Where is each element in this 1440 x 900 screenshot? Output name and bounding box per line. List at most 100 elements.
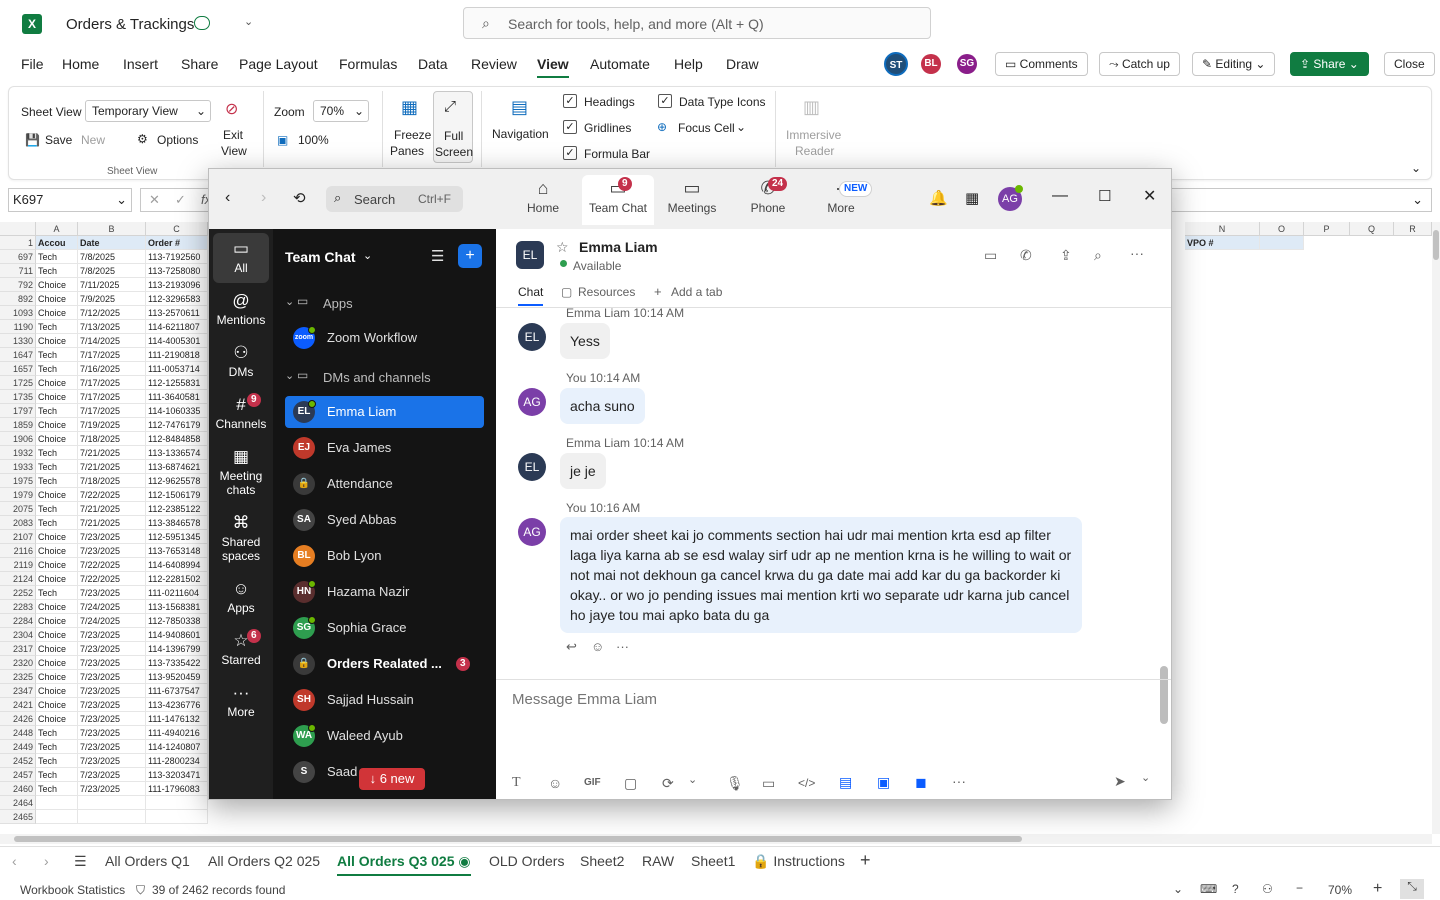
comments-button[interactable]: ▭ Comments — [995, 52, 1088, 76]
back-icon[interactable]: ‹ — [225, 189, 230, 207]
table-cell[interactable]: 7/22/2025 — [78, 558, 146, 572]
row-header[interactable]: 1933 — [0, 460, 36, 474]
table-cell[interactable]: 7/23/2025 — [78, 782, 146, 796]
table-cell[interactable]: 114-6408994 — [146, 558, 208, 572]
star-icon[interactable]: ☆ — [556, 239, 569, 256]
phone-icon[interactable]: ✆ — [1020, 247, 1032, 264]
table-cell[interactable]: Choice — [36, 488, 78, 502]
row-header[interactable]: 2252 — [0, 586, 36, 600]
chevron-down-icon[interactable]: ⌄ — [363, 249, 372, 262]
table-cell[interactable]: 111-4940216 — [146, 726, 208, 740]
contact-avatar[interactable]: EL — [516, 241, 544, 269]
data-type-icons-checkbox[interactable]: ✓ — [658, 94, 672, 108]
column-header[interactable]: O — [1260, 222, 1304, 236]
row-header[interactable]: 2075 — [0, 502, 36, 516]
table-cell[interactable]: Choice — [36, 572, 78, 586]
chevron-down-icon[interactable]: ⌄ — [1412, 192, 1423, 208]
table-cell[interactable]: 7/8/2025 — [78, 250, 146, 264]
rail-shared-spaces[interactable]: ⌘ Shared spaces — [213, 511, 269, 563]
chevron-down-icon[interactable]: ⌄ — [244, 15, 253, 28]
table-cell[interactable]: 7/23/2025 — [78, 726, 146, 740]
list-item-contact[interactable]: BL Bob Lyon — [285, 540, 484, 572]
row-header[interactable]: 2317 — [0, 642, 36, 656]
add-sheet-button[interactable]: + — [860, 850, 871, 871]
table-cell[interactable]: 113-1336574 — [146, 446, 208, 460]
tab-resources[interactable]: Resources — [578, 285, 635, 299]
table-cell[interactable]: Tech — [36, 404, 78, 418]
list-item-contact[interactable]: SA Syed Abbas — [285, 504, 484, 536]
emoji-icon[interactable]: ☺ — [548, 775, 562, 791]
column-header[interactable]: B — [78, 222, 146, 236]
row-header[interactable]: 1647 — [0, 348, 36, 362]
table-cell[interactable]: 111-0053714 — [146, 362, 208, 376]
row-header[interactable]: 792 — [0, 278, 36, 292]
table-cell[interactable]: 7/17/2025 — [78, 404, 146, 418]
accessibility-icon[interactable]: ⚇ — [1262, 882, 1273, 896]
column-header[interactable]: N — [1185, 222, 1260, 236]
table-cell[interactable]: Choice — [36, 698, 78, 712]
table-cell[interactable]: Tech — [36, 516, 78, 530]
table-cell[interactable]: 7/17/2025 — [78, 390, 146, 404]
table-cell[interactable]: 112-7476179 — [146, 418, 208, 432]
table-cell[interactable] — [146, 810, 208, 824]
message-bubble[interactable]: Yess — [560, 323, 610, 359]
zoom-dropdown[interactable]: 70% ⌄ — [313, 100, 369, 122]
table-cell[interactable]: 113-3203471 — [146, 768, 208, 782]
table-cell[interactable]: 112-2385122 — [146, 502, 208, 516]
zoom-out-button[interactable]: − — [1296, 881, 1303, 895]
table-cell[interactable]: Choice — [36, 278, 78, 292]
sheet-tab[interactable]: 🔒 Instructions — [752, 853, 845, 870]
message-avatar[interactable]: EL — [518, 453, 546, 481]
list-item-contact[interactable]: SH Sajjad Hussain — [285, 684, 484, 716]
table-cell[interactable] — [36, 796, 78, 810]
table-cell[interactable]: 7/22/2025 — [78, 488, 146, 502]
sheet-view-dropdown[interactable]: Temporary View ⌄ — [85, 100, 211, 122]
rail-mentions[interactable]: @ Mentions — [213, 289, 269, 327]
table-cell[interactable]: 7/21/2025 — [78, 516, 146, 530]
table-cell[interactable]: Choice — [36, 376, 78, 390]
table-cell[interactable]: 7/18/2025 — [78, 474, 146, 488]
tab-chat[interactable]: Chat — [518, 285, 544, 306]
sheet-tab[interactable]: Sheet2 — [580, 853, 624, 869]
workbook-statistics[interactable]: Workbook Statistics — [20, 883, 125, 897]
table-cell[interactable]: 111-6737547 — [146, 684, 208, 698]
row-header[interactable]: 1975 — [0, 474, 36, 488]
saved-cloud-icon[interactable] — [194, 16, 210, 30]
row-header[interactable]: 1797 — [0, 404, 36, 418]
message-avatar[interactable]: AG — [518, 518, 546, 546]
tab-add[interactable]: Add a tab — [671, 285, 722, 299]
sheet-tab[interactable]: OLD Orders — [489, 853, 564, 869]
table-cell[interactable]: 7/23/2025 — [78, 684, 146, 698]
table-cell[interactable]: 112-1506179 — [146, 488, 208, 502]
gridlines-checkbox[interactable]: ✓ — [563, 120, 577, 134]
table-cell[interactable]: 7/17/2025 — [78, 348, 146, 362]
table-cell[interactable]: 7/23/2025 — [78, 530, 146, 544]
horizontal-scrollbar[interactable] — [0, 834, 1432, 844]
row-header[interactable]: 711 — [0, 264, 36, 278]
menu-home[interactable]: Home — [62, 56, 99, 72]
table-cell[interactable]: Tech — [36, 782, 78, 796]
table-cell[interactable]: 7/23/2025 — [78, 670, 146, 684]
more-options-icon[interactable]: ··· — [952, 773, 966, 789]
row-header[interactable]: 2448 — [0, 726, 36, 740]
new-chat-button[interactable]: + — [458, 244, 482, 268]
table-cell[interactable]: Tech — [36, 320, 78, 334]
zoom-in-button[interactable]: + — [1373, 880, 1382, 898]
menu-view[interactable]: View — [537, 56, 569, 78]
menu-data[interactable]: Data — [418, 56, 448, 72]
menu-share[interactable]: Share — [181, 56, 218, 72]
table-cell[interactable]: 7/23/2025 — [78, 544, 146, 558]
table-cell[interactable]: Tech — [36, 768, 78, 782]
table-cell[interactable]: 7/9/2025 — [78, 292, 146, 306]
all-sheets-icon[interactable]: ☰ — [74, 853, 87, 870]
table-cell[interactable]: Tech — [36, 460, 78, 474]
options-button[interactable]: Options — [157, 133, 198, 147]
table-cell[interactable]: 114-1240807 — [146, 740, 208, 754]
table-cell[interactable]: 7/18/2025 — [78, 432, 146, 446]
table-cell[interactable]: Choice — [36, 558, 78, 572]
name-box[interactable]: K697 ⌄ — [8, 188, 132, 212]
bell-icon[interactable]: 🔔 — [929, 189, 948, 207]
share-screen-icon[interactable]: ⇪ — [1060, 247, 1072, 264]
select-all-corner[interactable] — [0, 222, 36, 236]
table-cell[interactable]: 7/21/2025 — [78, 502, 146, 516]
